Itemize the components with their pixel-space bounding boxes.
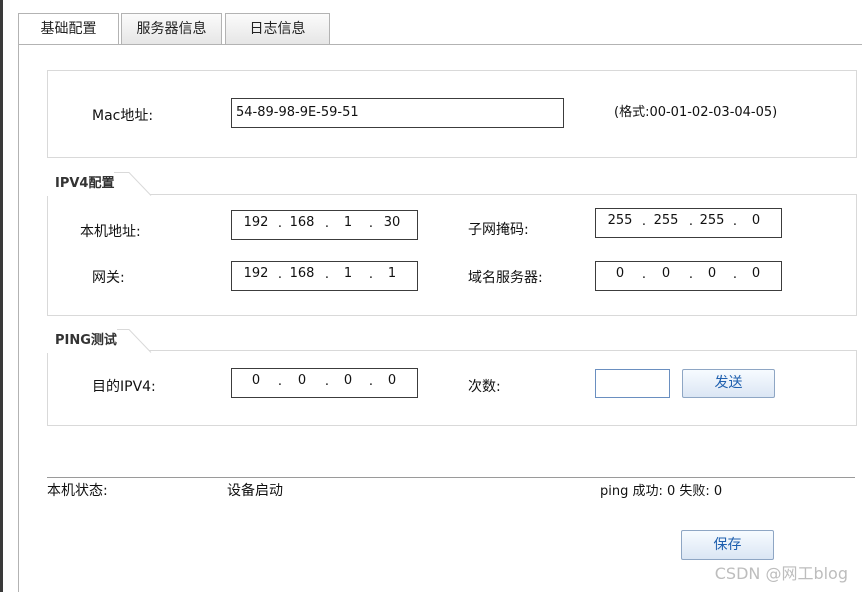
ip-octet: 30 xyxy=(383,215,401,230)
ping-target-label: 目的IPV4: xyxy=(92,379,156,395)
ipv4-panel: 本机地址: 192 . 168 . 1 . 30 子网掩码: 255 . 255… xyxy=(47,194,857,316)
ip-octet: 0 xyxy=(615,266,625,281)
mac-panel: Mac地址: 54-89-98-9E-59-51 (格式:00-01-02-03… xyxy=(47,70,857,158)
mac-label: Mac地址: xyxy=(92,108,154,124)
ip-octet: 0 xyxy=(297,373,307,388)
ip-octet: 255 xyxy=(653,213,679,228)
ip-octet: 1 xyxy=(387,266,397,281)
ping-result: ping 成功: 0 失败: 0 xyxy=(600,484,723,499)
local-address-input[interactable]: 192 . 168 . 1 . 30 xyxy=(231,210,418,240)
status-divider xyxy=(47,477,855,478)
status-label: 本机状态: xyxy=(47,483,108,499)
tab-server-info[interactable]: 服务器信息 xyxy=(121,13,222,44)
dns-server-input[interactable]: 0 . 0 . 0 . 0 xyxy=(595,261,782,291)
ip-dot: . xyxy=(368,216,374,231)
ip-dot: . xyxy=(641,267,647,282)
ip-octet: 1 xyxy=(343,215,353,230)
mac-format-hint: (格式:00-01-02-03-04-05) xyxy=(614,105,778,120)
ip-octet: 0 xyxy=(707,266,717,281)
ipv4-legend: IPV4配置 xyxy=(47,172,115,196)
ip-octet: 0 xyxy=(251,373,261,388)
frame-left-border xyxy=(18,44,19,592)
ip-dot: . xyxy=(732,214,738,229)
mac-input[interactable]: 54-89-98-9E-59-51 xyxy=(231,98,564,128)
ip-dot: . xyxy=(688,267,694,282)
send-button[interactable]: 发送 xyxy=(682,369,775,398)
ping-legend: PING测试 xyxy=(47,329,117,353)
ip-octet: 0 xyxy=(387,373,397,388)
watermark: CSDN @网工blog xyxy=(714,564,848,583)
ip-octet: 192 xyxy=(243,215,269,230)
dns-server-label: 域名服务器: xyxy=(468,270,543,286)
ip-octet: 0 xyxy=(751,213,761,228)
ip-octet: 255 xyxy=(699,213,725,228)
ip-dot: . xyxy=(368,267,374,282)
status-value: 设备启动 xyxy=(227,483,283,499)
ip-dot: . xyxy=(324,216,330,231)
subnet-mask-input[interactable]: 255 . 255 . 255 . 0 xyxy=(595,208,782,238)
tab-divider xyxy=(18,44,862,45)
ip-dot: . xyxy=(368,374,374,389)
ip-dot: . xyxy=(277,216,283,231)
ip-octet: 168 xyxy=(289,215,315,230)
gateway-input[interactable]: 192 . 168 . 1 . 1 xyxy=(231,261,418,291)
ip-dot: . xyxy=(324,374,330,389)
ip-octet: 255 xyxy=(607,213,633,228)
ip-octet: 0 xyxy=(751,266,761,281)
ip-octet: 0 xyxy=(343,373,353,388)
local-address-label: 本机地址: xyxy=(80,224,141,240)
ip-octet: 168 xyxy=(289,266,315,281)
ip-octet: 192 xyxy=(243,266,269,281)
ip-dot: . xyxy=(732,267,738,282)
subnet-mask-label: 子网掩码: xyxy=(468,222,529,238)
tab-basic-config[interactable]: 基础配置 xyxy=(18,13,119,45)
ip-dot: . xyxy=(688,214,694,229)
ping-count-input[interactable] xyxy=(595,369,670,398)
save-button[interactable]: 保存 xyxy=(681,530,774,560)
window-left-border xyxy=(0,0,3,592)
ip-dot: . xyxy=(277,267,283,282)
ip-octet: 0 xyxy=(661,266,671,281)
ip-octet: 1 xyxy=(343,266,353,281)
gateway-label: 网关: xyxy=(92,270,125,286)
ping-target-input[interactable]: 0 . 0 . 0 . 0 xyxy=(231,368,418,398)
ip-dot: . xyxy=(641,214,647,229)
ip-dot: . xyxy=(277,374,283,389)
ping-panel: 目的IPV4: 0 . 0 . 0 . 0 次数: 发送 xyxy=(47,350,857,426)
ping-count-label: 次数: xyxy=(468,379,501,395)
ip-dot: . xyxy=(324,267,330,282)
tab-log-info[interactable]: 日志信息 xyxy=(225,13,330,44)
